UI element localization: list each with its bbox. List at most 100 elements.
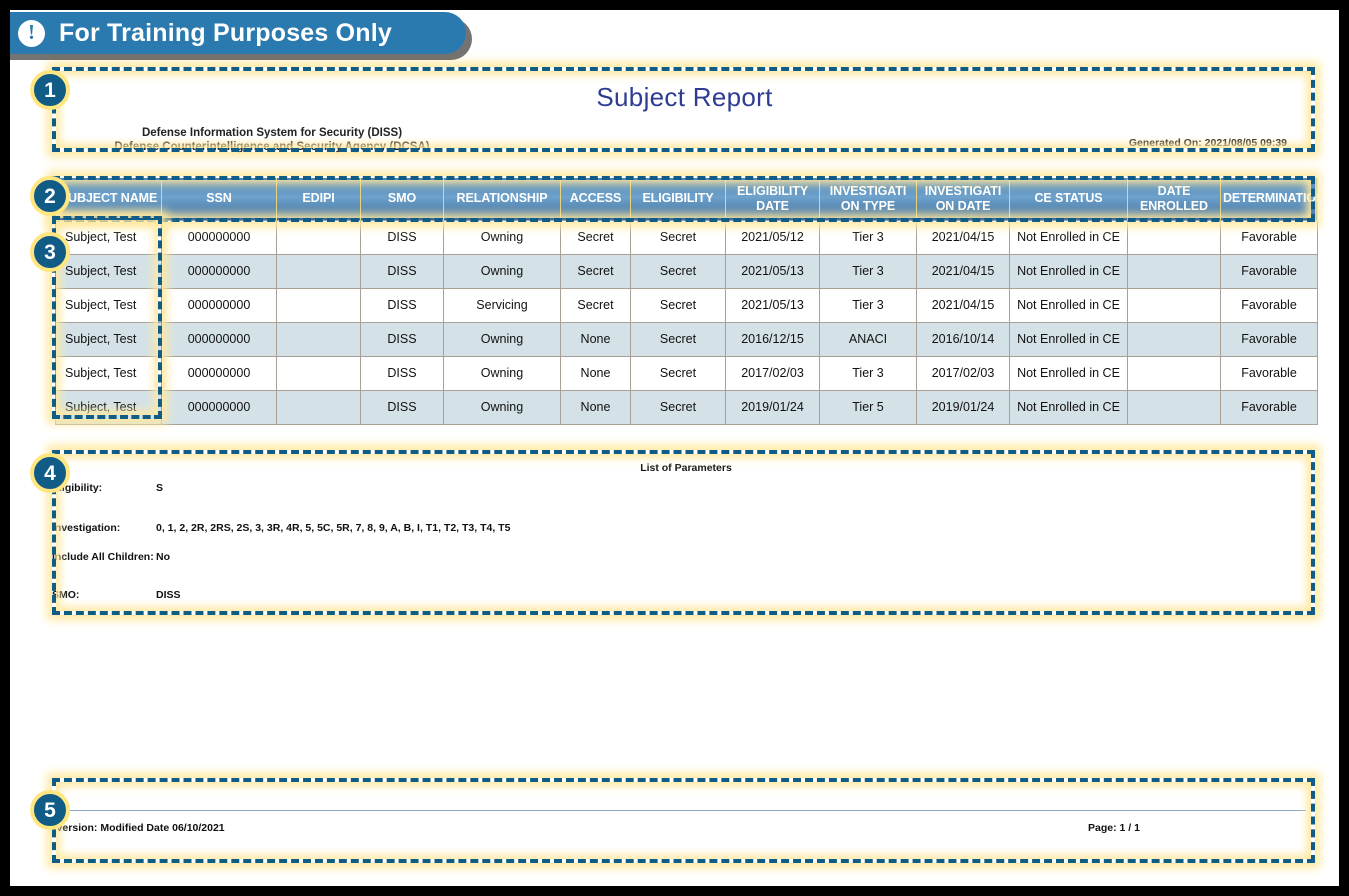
cell-investigation-date: 2016/10/14 xyxy=(916,321,1010,357)
cell-smo: DISS xyxy=(360,389,444,425)
cell-eligibility-date: 2019/01/24 xyxy=(725,389,820,425)
col-smo[interactable]: SMO xyxy=(360,178,444,220)
cell-determination: Favorable xyxy=(1220,389,1318,425)
table-row[interactable]: Subject, Test 000000000 DISS Owning Secret Se… xyxy=(55,219,1318,255)
parameter-label: SMO: xyxy=(52,589,80,601)
table-row[interactable]: Subject, Test 000000000 DISS Owning Secret Se… xyxy=(55,253,1318,289)
parameter-row: Eligibility: S xyxy=(52,482,163,494)
generated-on-label: Generated On: 2021/08/05 09:39 xyxy=(1128,137,1287,149)
parameter-label: Investigation: xyxy=(52,522,121,534)
table-body: Subject, Test 000000000 DISS Owning Secret Se… xyxy=(55,219,1318,425)
table-header-row: SUBJECT NAME SSN EDIPI SMO RELATIONSHIP … xyxy=(55,178,1325,220)
parameter-row: SMO: DISS xyxy=(52,589,181,601)
cell-investigation-date: 2021/04/15 xyxy=(916,287,1010,323)
cell-ce-status: Not Enrolled in CE xyxy=(1009,355,1128,391)
cell-determination: Favorable xyxy=(1220,287,1318,323)
agency-line-1: Defense Information System for Security … xyxy=(141,127,403,139)
cell-ce-status: Not Enrolled in CE xyxy=(1009,287,1128,323)
cell-subject-name: Subject, Test xyxy=(55,389,162,425)
cell-edipi xyxy=(276,287,361,323)
cell-edipi xyxy=(276,321,361,357)
cell-ce-status: Not Enrolled in CE xyxy=(1009,253,1128,289)
cell-smo: DISS xyxy=(360,287,444,323)
cell-subject-name: Subject, Test xyxy=(55,287,162,323)
cell-investigation-type: ANACI xyxy=(819,321,917,357)
cell-eligibility: Secret xyxy=(630,389,726,425)
cell-eligibility: Secret xyxy=(630,287,726,323)
cell-ssn: 000000000 xyxy=(161,355,277,391)
cell-access: None xyxy=(560,355,631,391)
cell-ce-status: Not Enrolled in CE xyxy=(1009,321,1128,357)
table-row[interactable]: Subject, Test 000000000 DISS Owning None Secr… xyxy=(55,321,1318,357)
callout-badge-2: 2 xyxy=(30,176,70,216)
cell-edipi xyxy=(276,219,361,255)
footer-page-label: Page: 1 / 1 xyxy=(1088,822,1140,834)
col-access[interactable]: ACCESS xyxy=(560,178,631,220)
cell-relationship: Owning xyxy=(443,321,561,357)
col-relationship[interactable]: RELATIONSHIP xyxy=(443,178,561,220)
cell-ssn: 000000000 xyxy=(161,389,277,425)
parameters-title: List of Parameters xyxy=(640,462,732,474)
cell-date-enrolled xyxy=(1127,355,1221,391)
cell-determination: Favorable xyxy=(1220,219,1318,255)
cell-investigation-type: Tier 3 xyxy=(819,253,917,289)
col-investigation-date[interactable]: INVESTIGATI ON DATE xyxy=(916,178,1010,220)
parameter-row: Investigation: 0, 1, 2, 2R, 2RS, 2S, 3, 3… xyxy=(52,522,510,534)
cell-ce-status: Not Enrolled in CE xyxy=(1009,219,1128,255)
col-eligibility-date[interactable]: ELIGIBILITY DATE xyxy=(725,178,820,220)
callout-badge-5: 5 xyxy=(30,790,70,830)
parameter-label: Eligibility: xyxy=(52,482,103,494)
cell-edipi xyxy=(276,355,361,391)
cell-investigation-type: Tier 3 xyxy=(819,355,917,391)
cell-ssn: 000000000 xyxy=(161,287,277,323)
cell-subject-name: Subject, Test xyxy=(55,253,162,289)
col-edipi[interactable]: EDIPI xyxy=(276,178,361,220)
cell-eligibility: Secret xyxy=(630,321,726,357)
callout-badge-4: 4 xyxy=(30,453,70,493)
cell-investigation-type: Tier 3 xyxy=(819,219,917,255)
cell-edipi xyxy=(276,389,361,425)
cell-eligibility-date: 2017/02/03 xyxy=(725,355,820,391)
exclamation-icon: ! xyxy=(18,19,45,47)
cell-date-enrolled xyxy=(1127,219,1221,255)
cell-investigation-date: 2021/04/15 xyxy=(916,219,1010,255)
footer-version-label: Version: Modified Date 06/10/2021 xyxy=(56,822,225,834)
cell-subject-name: Subject, Test xyxy=(55,219,162,255)
col-investigation-type[interactable]: INVESTIGATI ON TYPE xyxy=(819,178,917,220)
col-ssn[interactable]: SSN xyxy=(161,178,277,220)
table-header: SUBJECT NAME SSN EDIPI SMO RELATIONSHIP … xyxy=(55,178,1325,220)
cell-date-enrolled xyxy=(1127,321,1221,357)
cell-determination: Favorable xyxy=(1220,355,1318,391)
parameter-value: 0, 1, 2, 2R, 2RS, 2S, 3, 3R, 4R, 5, 5C, … xyxy=(156,522,511,534)
col-ce-status[interactable]: CE STATUS xyxy=(1009,178,1128,220)
parameter-value: No xyxy=(156,551,170,563)
cell-eligibility-date: 2021/05/13 xyxy=(725,253,820,289)
cell-access: None xyxy=(560,321,631,357)
cell-determination: Favorable xyxy=(1220,253,1318,289)
col-determination[interactable]: DETERMINATION xyxy=(1220,178,1325,220)
cell-eligibility: Secret xyxy=(630,219,726,255)
cell-investigation-date: 2017/02/03 xyxy=(916,355,1010,391)
cell-ssn: 000000000 xyxy=(161,321,277,357)
cell-smo: DISS xyxy=(360,253,444,289)
cell-access: Secret xyxy=(560,219,631,255)
cell-ssn: 000000000 xyxy=(161,219,277,255)
col-date-enrolled[interactable]: DATE ENROLLED xyxy=(1127,178,1221,220)
parameter-value: DISS xyxy=(156,589,181,601)
table-row[interactable]: Subject, Test 000000000 DISS Owning None Secr… xyxy=(55,389,1318,425)
cell-edipi xyxy=(276,253,361,289)
cell-access: Secret xyxy=(560,253,631,289)
col-subject-name[interactable]: SUBJECT NAME xyxy=(55,178,162,220)
cell-ce-status: Not Enrolled in CE xyxy=(1009,389,1128,425)
cell-relationship: Servicing xyxy=(443,287,561,323)
cell-eligibility-date: 2016/12/15 xyxy=(725,321,820,357)
cell-access: Secret xyxy=(560,287,631,323)
col-eligibility[interactable]: ELIGIBILITY xyxy=(630,178,726,220)
cell-relationship: Owning xyxy=(443,355,561,391)
table-row[interactable]: Subject, Test 000000000 DISS Owning None Secr… xyxy=(55,355,1318,391)
parameter-label: Include All Children: xyxy=(52,551,154,563)
agency-subtitle: Defense Information System for Security … xyxy=(72,127,472,154)
table-row[interactable]: Subject, Test 000000000 DISS Servicing Secre… xyxy=(55,287,1318,323)
parameter-row: Include All Children: No xyxy=(52,551,170,563)
cell-eligibility-date: 2021/05/13 xyxy=(725,287,820,323)
